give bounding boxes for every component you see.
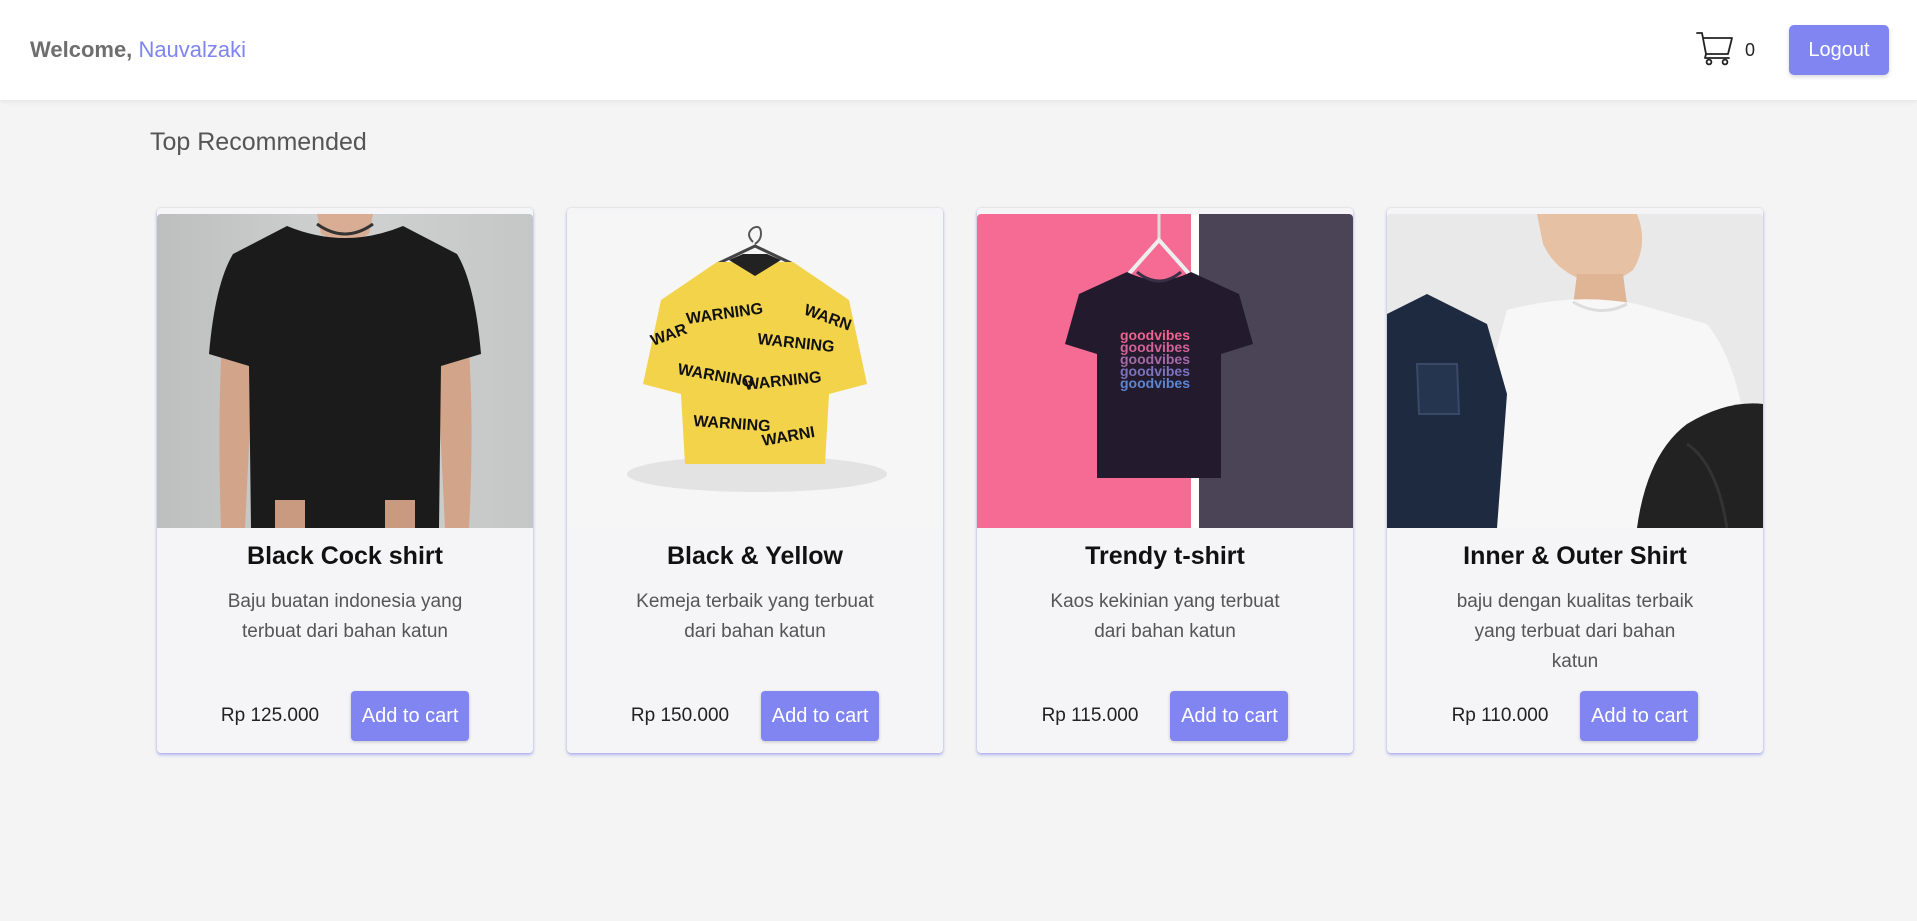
cart-icon <box>1695 28 1735 73</box>
welcome-message: Welcome, Nauvalzaki <box>30 37 246 63</box>
product-description: baju dengan kualitas terbaik yang terbua… <box>1456 591 1694 672</box>
add-to-cart-button[interactable]: Add to cart <box>1170 691 1289 741</box>
product-footer: Rp 125.000 Add to cart <box>220 691 470 741</box>
cart-count: 0 <box>1744 39 1755 60</box>
product-title: Black & Yellow <box>666 542 843 570</box>
username-label: Nauvalzaki <box>138 37 247 62</box>
product-card: WARNING WARNING WARNING WARNING WARNING … <box>567 208 943 753</box>
product-price: Rp 150.000 <box>630 705 730 726</box>
header-actions: 0 Logout <box>1695 25 1889 75</box>
product-price: Rp 115.000 <box>1041 705 1139 726</box>
product-footer: Rp 115.000 Add to cart <box>1042 691 1289 741</box>
logout-button[interactable]: Logout <box>1789 25 1889 75</box>
product-card: Black Cock shirt Baju buatan indonesia y… <box>157 208 533 753</box>
product-price: Rp 110.000 <box>1451 705 1549 726</box>
add-to-cart-button[interactable]: Add to cart <box>1580 691 1699 741</box>
welcome-label: Welcome, <box>30 37 133 62</box>
svg-text:goodvibes: goodvibes <box>1120 375 1190 391</box>
product-image-white-shirt-jacket <box>1387 214 1763 528</box>
cart-button[interactable]: 0 <box>1695 28 1755 73</box>
product-image-yellow-shirt: WARNING WARNING WARNING WARNING WARNING … <box>567 214 943 528</box>
section-title: Top Recommended <box>150 128 367 156</box>
product-title: Inner & Outer Shirt <box>1463 542 1687 570</box>
product-title: Trendy t-shirt <box>1085 542 1245 570</box>
product-image-black-tshirt <box>157 214 533 528</box>
top-navbar: Welcome, Nauvalzaki 0 Logout <box>0 0 1917 100</box>
product-image-goodvibes-tshirt: goodvibes goodvibes goodvibes goodvibes … <box>977 214 1353 528</box>
add-to-cart-button[interactable]: Add to cart <box>761 691 880 741</box>
product-footer: Rp 110.000 Add to cart <box>1452 691 1699 741</box>
product-card: goodvibes goodvibes goodvibes goodvibes … <box>977 208 1353 753</box>
product-grid: Black Cock shirt Baju buatan indonesia y… <box>157 208 1763 753</box>
product-description: Kaos kekinian yang terbuat dari bahan ka… <box>1050 591 1280 642</box>
product-footer: Rp 150.000 Add to cart <box>630 691 880 741</box>
add-to-cart-button[interactable]: Add to cart <box>351 691 470 741</box>
product-description: Kemeja terbaik yang terbuat dari bahan k… <box>636 591 874 642</box>
product-price: Rp 125.000 <box>220 705 320 726</box>
product-title: Black Cock shirt <box>247 542 443 570</box>
product-card: Inner & Outer Shirt baju dengan kualitas… <box>1387 208 1763 753</box>
product-description: Baju buatan indonesia yang terbuat dari … <box>227 591 463 642</box>
